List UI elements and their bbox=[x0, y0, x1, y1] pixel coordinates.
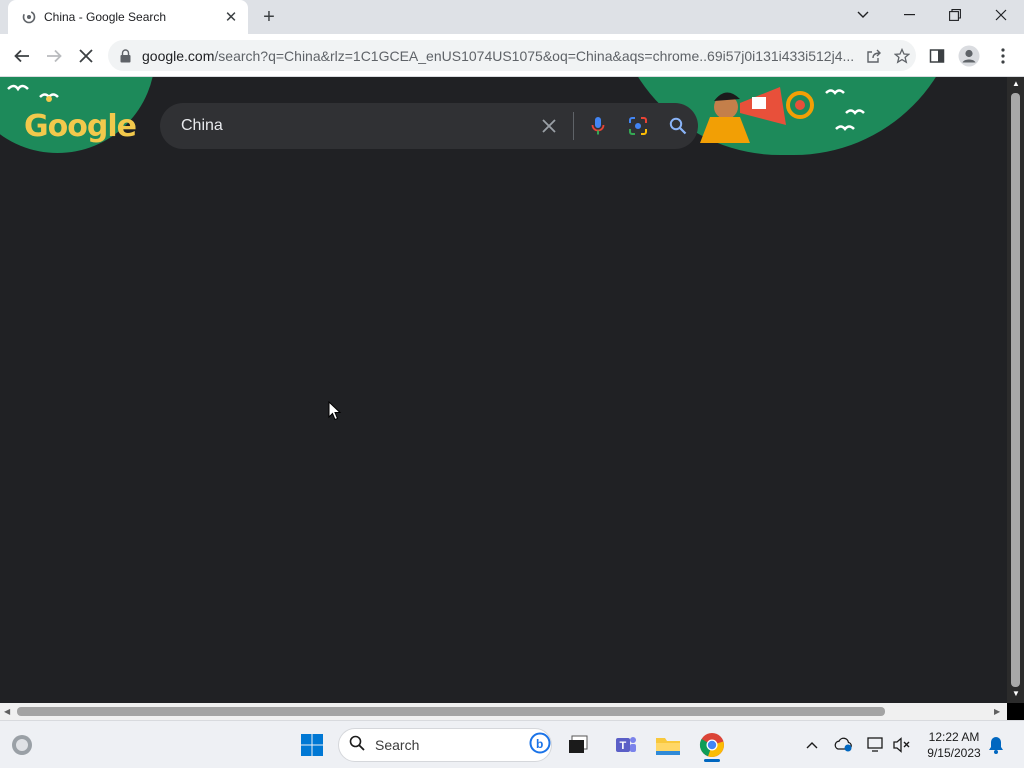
taskbar-search-box[interactable]: Search b bbox=[338, 728, 552, 762]
doodle-megaphone-illustration-icon[interactable] bbox=[696, 83, 896, 155]
close-window-button[interactable] bbox=[978, 0, 1024, 30]
address-bar[interactable]: google.com/search?q=China&rlz=1C1GCEA_en… bbox=[108, 40, 916, 71]
stop-loading-button[interactable] bbox=[73, 43, 99, 69]
menu-kebab-icon[interactable] bbox=[990, 43, 1016, 69]
clear-search-icon[interactable] bbox=[529, 106, 569, 146]
tab-close-icon[interactable]: ✕ bbox=[222, 8, 240, 26]
scrollbar-corner bbox=[1007, 703, 1024, 720]
search-magnifier-icon[interactable] bbox=[658, 106, 698, 146]
new-tab-button[interactable]: + bbox=[258, 6, 280, 28]
chrome-active-indicator bbox=[704, 759, 720, 762]
tab-title: China - Google Search bbox=[44, 10, 167, 24]
loading-favicon-icon bbox=[22, 10, 36, 24]
back-button[interactable] bbox=[9, 43, 35, 69]
tab-strip: China - Google Search ✕ + bbox=[0, 0, 1024, 34]
side-panel-icon[interactable] bbox=[924, 43, 950, 69]
tab-google-search[interactable]: China - Google Search ✕ bbox=[8, 0, 248, 34]
forward-button[interactable] bbox=[41, 43, 67, 69]
windows-taskbar: Search b T 12:22 AM 9/15/2023 bbox=[0, 720, 1024, 768]
url-text: google.com/search?q=China&rlz=1C1GCEA_en… bbox=[142, 48, 860, 64]
voice-search-mic-icon[interactable] bbox=[578, 106, 618, 146]
browser-toolbar: google.com/search?q=China&rlz=1C1GCEA_en… bbox=[0, 34, 1024, 77]
url-host: google.com bbox=[142, 47, 215, 64]
mouse-pointer-icon bbox=[328, 401, 342, 421]
weather-widget-icon[interactable] bbox=[6, 729, 38, 761]
horizontal-scrollbar[interactable]: ◀ ▶ bbox=[0, 703, 1007, 720]
tab-search-chevron-icon[interactable] bbox=[840, 0, 886, 30]
clock-time: 12:22 AM bbox=[928, 730, 980, 744]
restore-button[interactable] bbox=[932, 0, 978, 30]
share-icon[interactable] bbox=[860, 42, 888, 70]
scroll-left-arrow-icon[interactable]: ◀ bbox=[4, 707, 10, 716]
bookmark-star-icon[interactable] bbox=[888, 42, 916, 70]
show-hidden-icons-chevron-icon[interactable] bbox=[802, 735, 822, 755]
search-input[interactable]: China bbox=[181, 117, 529, 135]
volume-muted-icon[interactable] bbox=[892, 735, 912, 755]
taskbar-search-label: Search bbox=[375, 737, 420, 753]
google-lens-camera-icon[interactable] bbox=[618, 106, 658, 146]
url-path: /search?q=China&rlz=1C1GCEA_enUS1074US10… bbox=[214, 47, 855, 64]
search-results-page: Google China bbox=[0, 77, 1007, 703]
minimize-button[interactable] bbox=[886, 0, 932, 30]
teams-chat-icon[interactable]: T bbox=[610, 729, 642, 761]
scroll-down-arrow-icon[interactable]: ▼ bbox=[1012, 689, 1020, 698]
horizontal-scroll-thumb[interactable] bbox=[17, 707, 885, 716]
vertical-scrollbar[interactable]: ▲ ▼ bbox=[1007, 77, 1024, 703]
clock-date: 9/15/2023 bbox=[927, 746, 981, 760]
chrome-taskbar-icon[interactable] bbox=[696, 729, 728, 762]
file-explorer-icon[interactable] bbox=[652, 729, 684, 761]
lock-icon[interactable] bbox=[120, 48, 132, 63]
notification-bell-icon[interactable] bbox=[986, 735, 1006, 755]
search-divider bbox=[573, 112, 574, 140]
taskbar-clock[interactable]: 12:22 AM 9/15/2023 bbox=[918, 729, 990, 761]
network-display-icon[interactable] bbox=[866, 735, 886, 755]
profile-avatar-icon[interactable] bbox=[956, 43, 982, 69]
task-view-icon[interactable] bbox=[562, 729, 594, 761]
bing-chat-icon[interactable]: b bbox=[529, 732, 551, 759]
windows-start-icon[interactable] bbox=[296, 729, 328, 761]
vertical-scroll-thumb[interactable] bbox=[1011, 93, 1020, 687]
search-box[interactable]: China bbox=[160, 103, 698, 149]
svg-text:T: T bbox=[620, 740, 627, 752]
onedrive-status-icon[interactable] bbox=[834, 735, 854, 755]
scroll-up-arrow-icon[interactable]: ▲ bbox=[1012, 79, 1020, 88]
svg-text:b: b bbox=[536, 737, 543, 751]
scroll-right-arrow-icon[interactable]: ▶ bbox=[994, 707, 1000, 716]
google-doodle-logo[interactable]: Google bbox=[24, 109, 137, 144]
taskbar-search-icon bbox=[349, 735, 365, 756]
